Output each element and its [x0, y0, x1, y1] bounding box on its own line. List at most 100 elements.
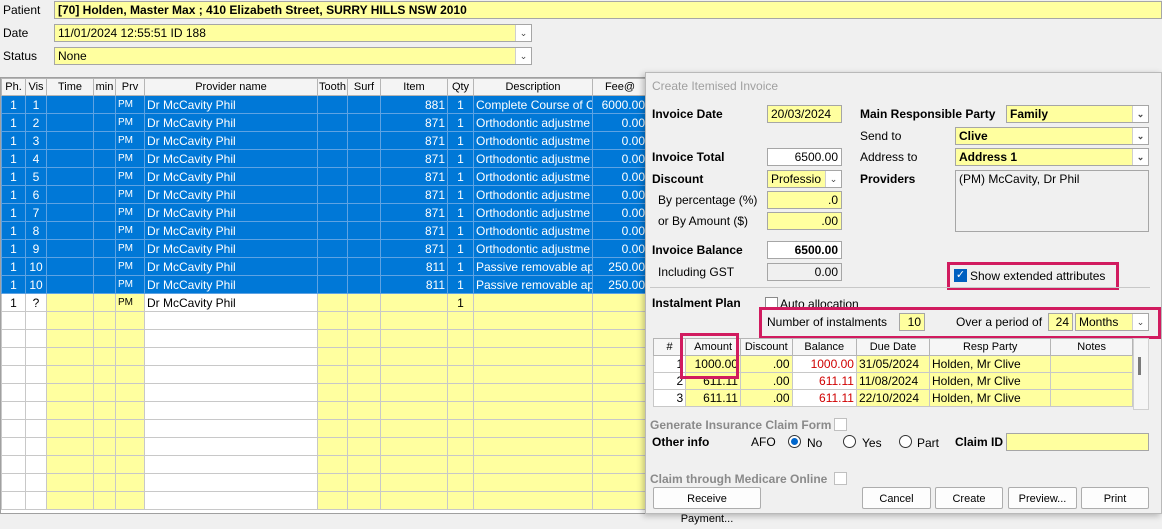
grid-cell-min[interactable]	[93, 239, 116, 258]
grid-cell-empty[interactable]	[144, 419, 318, 438]
grid-cell-empty[interactable]	[93, 455, 116, 474]
grid-cell-tooth[interactable]	[317, 113, 348, 132]
grid-header-0[interactable]: Ph.	[1, 78, 26, 96]
grid-cell-time[interactable]	[46, 113, 94, 132]
grid-cell-empty[interactable]	[447, 401, 474, 420]
grid-cell-vis[interactable]: ?	[25, 293, 47, 312]
grid-cell-empty[interactable]	[317, 437, 348, 456]
empty-row[interactable]	[1, 347, 645, 366]
grid-cell-vis[interactable]: 10	[25, 275, 47, 294]
grid-cell-provider[interactable]: Dr McCavity Phil	[144, 221, 318, 240]
grid-cell-empty[interactable]	[115, 473, 145, 492]
table-row[interactable]: 1 9 PM Dr McCavity Phil 871 1 Orthodontic adju…	[1, 239, 645, 258]
grid-cell-empty[interactable]	[317, 347, 348, 366]
grid-cell-desc[interactable]: Orthodontic adjustme	[473, 149, 593, 168]
grid-cell-prv[interactable]: PM	[115, 95, 145, 114]
grid-cell-time[interactable]	[46, 275, 94, 294]
date-combo[interactable]: 11/01/2024 12:55:51 ID 188 ⌄	[54, 24, 532, 42]
instalment-cell-n[interactable]: 3	[652, 389, 687, 407]
grid-cell-tooth[interactable]	[317, 203, 348, 222]
grid-cell-qty[interactable]: 1	[447, 167, 474, 186]
grid-cell-empty[interactable]	[46, 311, 94, 330]
grid-header-9[interactable]: Qty	[447, 78, 474, 96]
grid-cell-empty[interactable]	[93, 347, 116, 366]
grid-cell-qty[interactable]: 1	[447, 257, 474, 276]
grid-cell-min[interactable]	[93, 131, 116, 150]
grid-cell-vis[interactable]: 5	[25, 167, 47, 186]
grid-cell-empty[interactable]	[46, 383, 94, 402]
grid-cell-empty[interactable]	[1, 311, 26, 330]
grid-cell-desc[interactable]: Passive removable ap	[473, 275, 593, 294]
table-row[interactable]: 1 3 PM Dr McCavity Phil 871 1 Orthodontic adju…	[1, 131, 645, 150]
grid-cell-fee[interactable]: 0.00	[592, 239, 645, 258]
grid-cell-fee[interactable]	[592, 293, 645, 312]
grid-cell-empty[interactable]	[592, 491, 645, 510]
empty-row[interactable]	[1, 365, 645, 384]
address-to-combo[interactable]: Address 1 ⌄	[955, 148, 1149, 166]
grid-cell-ph[interactable]: 1	[1, 239, 26, 258]
grid-cell-empty[interactable]	[46, 491, 94, 510]
grid-cell-prv[interactable]: PM	[115, 257, 145, 276]
instalment-cell-balance[interactable]: 611.11	[791, 389, 857, 407]
grid-cell-empty[interactable]	[473, 401, 593, 420]
grid-cell-surf[interactable]	[347, 275, 381, 294]
grid-cell-prv[interactable]: PM	[115, 275, 145, 294]
grid-cell-empty[interactable]	[93, 401, 116, 420]
grid-cell-provider[interactable]: Dr McCavity Phil	[144, 203, 318, 222]
grid-header-11[interactable]: Fee@	[592, 78, 645, 96]
grid-cell-item[interactable]: 871	[380, 149, 448, 168]
grid-cell-fee[interactable]: 0.00	[592, 221, 645, 240]
grid-cell-time[interactable]	[46, 185, 94, 204]
grid-header-6[interactable]: Tooth	[317, 78, 348, 96]
grid-cell-fee[interactable]: 0.00	[592, 203, 645, 222]
period-field[interactable]: 24	[1048, 313, 1073, 331]
grid-cell-empty[interactable]	[380, 311, 448, 330]
grid-cell-empty[interactable]	[380, 455, 448, 474]
grid-cell-empty[interactable]	[46, 365, 94, 384]
grid-cell-empty[interactable]	[380, 419, 448, 438]
grid-cell-empty[interactable]	[592, 311, 645, 330]
grid-cell-empty[interactable]	[592, 329, 645, 348]
grid-cell-empty[interactable]	[115, 419, 145, 438]
grid-cell-empty[interactable]	[46, 401, 94, 420]
grid-cell-empty[interactable]	[592, 383, 645, 402]
grid-cell-empty[interactable]	[317, 455, 348, 474]
grid-cell-time[interactable]	[46, 293, 94, 312]
grid-cell-empty[interactable]	[592, 455, 645, 474]
grid-cell-empty[interactable]	[473, 491, 593, 510]
grid-cell-time[interactable]	[46, 149, 94, 168]
table-row[interactable]: 1 10 PM Dr McCavity Phil 811 1 Passive removab…	[1, 275, 645, 294]
grid-cell-empty[interactable]	[447, 365, 474, 384]
grid-cell-empty[interactable]	[380, 365, 448, 384]
chevron-down-icon[interactable]: ⌄	[1132, 106, 1148, 122]
grid-cell-min[interactable]	[93, 149, 116, 168]
preview-button[interactable]: Preview...	[1008, 487, 1077, 509]
grid-cell-vis[interactable]: 9	[25, 239, 47, 258]
grid-cell-tooth[interactable]	[317, 239, 348, 258]
create-button[interactable]: Create	[935, 487, 1003, 509]
empty-row[interactable]	[1, 401, 645, 420]
chevron-down-icon[interactable]: ⌄	[1132, 149, 1148, 165]
grid-cell-empty[interactable]	[473, 455, 593, 474]
grid-cell-fee[interactable]: 6000.00	[592, 95, 645, 114]
grid-cell-empty[interactable]	[25, 311, 47, 330]
grid-cell-ph[interactable]: 1	[1, 293, 26, 312]
instalment-cell-party[interactable]: Holden, Mr Clive	[928, 372, 1052, 390]
empty-row[interactable]	[1, 311, 645, 330]
grid-cell-tooth[interactable]	[317, 95, 348, 114]
grid-header-5[interactable]: Provider name	[144, 78, 318, 96]
grid-cell-empty[interactable]	[380, 329, 448, 348]
grid-cell-min[interactable]	[93, 203, 116, 222]
grid-header-10[interactable]: Description	[473, 78, 593, 96]
instalment-cell-notes[interactable]	[1050, 372, 1133, 390]
empty-row[interactable]	[1, 329, 645, 348]
empty-row[interactable]	[1, 491, 645, 510]
grid-cell-empty[interactable]	[1, 437, 26, 456]
grid-cell-prv[interactable]: PM	[115, 131, 145, 150]
grid-cell-empty[interactable]	[317, 419, 348, 438]
instalment-cell-amount[interactable]: 611.11	[685, 389, 741, 407]
grid-cell-empty[interactable]	[380, 437, 448, 456]
empty-row[interactable]	[1, 437, 645, 456]
grid-cell-ph[interactable]: 1	[1, 203, 26, 222]
receive-payment-button[interactable]: Receive Payment...	[653, 487, 761, 525]
